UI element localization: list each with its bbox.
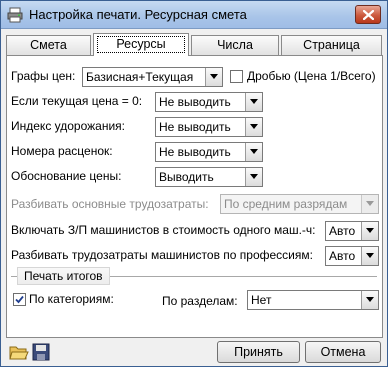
- folder-open-icon: [9, 346, 29, 360]
- resources-panel: Графы цен: Базисная+Текущая Дробью (Цена…: [6, 55, 383, 338]
- by-section-select[interactable]: Нет: [247, 290, 379, 310]
- price-columns-value: Базисная+Текущая: [86, 70, 194, 84]
- by-section-value: Нет: [251, 293, 272, 307]
- chevron-down-icon: [250, 99, 258, 104]
- tab-page[interactable]: Страница: [281, 35, 382, 55]
- by-section-dropdown-button[interactable]: [361, 291, 378, 309]
- price-justification-value: Выводить: [159, 170, 214, 184]
- tab-numbers[interactable]: Числа: [191, 35, 279, 55]
- split-machinist-labor-label: Разбивать трудозатраты машинистов по про…: [11, 248, 313, 262]
- chevron-down-icon: [210, 74, 218, 79]
- current-price-zero-select[interactable]: Не выводить: [155, 92, 263, 112]
- cancel-button[interactable]: Отмена: [305, 341, 381, 363]
- price-justification-label: Обоснование цены:: [11, 169, 122, 183]
- close-button[interactable]: [355, 5, 381, 24]
- price-index-dropdown-button[interactable]: [245, 118, 262, 136]
- split-machinist-labor-value: Авто: [329, 249, 356, 263]
- printer-settings-icon: [7, 7, 23, 23]
- split-machinist-labor-select[interactable]: Авто: [325, 246, 379, 266]
- price-columns-dropdown-button[interactable]: [205, 68, 222, 86]
- tab-resources-label: Ресурсы: [116, 37, 166, 51]
- price-justification-dropdown-button[interactable]: [245, 168, 262, 186]
- chevron-down-icon: [250, 124, 258, 129]
- chevron-down-icon: [366, 297, 374, 302]
- split-labor-dropdown-button[interactable]: [361, 195, 378, 213]
- current-price-zero-dropdown-button[interactable]: [245, 93, 262, 111]
- price-justification-select[interactable]: Выводить: [155, 167, 263, 187]
- split-labor-select[interactable]: По средним разрядам: [220, 194, 379, 214]
- chevron-down-icon: [250, 174, 258, 179]
- rate-numbers-value: Не выводить: [159, 145, 231, 159]
- chevron-down-icon: [366, 253, 374, 258]
- fraction-label: Дробью (Цена 1/Всего): [247, 69, 376, 83]
- price-index-label: Индекс удорожания:: [11, 119, 125, 133]
- rate-numbers-dropdown-button[interactable]: [245, 143, 262, 161]
- checkmark-icon: [15, 295, 24, 304]
- by-category-label: По категориям:: [29, 292, 114, 306]
- current-price-zero-label: Если текущая цена = 0:: [11, 94, 143, 108]
- tab-strip: Смета Ресурсы Числа Страница: [6, 33, 382, 56]
- chevron-down-icon: [366, 201, 374, 206]
- rate-numbers-label: Номера расценок:: [11, 144, 113, 158]
- include-wages-label: Включать З/П машинистов в стоимость одно…: [11, 223, 316, 237]
- chevron-down-icon: [250, 149, 258, 154]
- include-wages-select[interactable]: Авто: [325, 221, 379, 241]
- split-labor-label: Разбивать основные трудозатраты:: [11, 197, 209, 211]
- price-index-value: Не выводить: [159, 120, 231, 134]
- include-wages-value: Авто: [329, 224, 356, 238]
- current-price-zero-value: Не выводить: [159, 95, 231, 109]
- split-labor-value: По средним разрядам: [224, 197, 348, 211]
- floppy-disk-icon: [32, 343, 50, 361]
- tab-resources[interactable]: Ресурсы: [93, 33, 189, 56]
- totals-group-caption: Печать итогов: [17, 267, 110, 285]
- by-category-checkbox[interactable]: [13, 293, 26, 306]
- chevron-down-icon: [366, 228, 374, 233]
- price-columns-select[interactable]: Базисная+Текущая: [82, 67, 223, 87]
- title-bar[interactable]: Настройка печати. Ресурсная смета: [1, 1, 387, 29]
- split-machinist-labor-dropdown-button[interactable]: [361, 247, 378, 265]
- by-section-label: По разделам:: [162, 294, 238, 308]
- include-wages-dropdown-button[interactable]: [361, 222, 378, 240]
- rate-numbers-select[interactable]: Не выводить: [155, 142, 263, 162]
- tab-smeta[interactable]: Смета: [6, 35, 91, 55]
- fraction-checkbox[interactable]: [230, 70, 243, 83]
- print-settings-dialog: Настройка печати. Ресурсная смета Смета …: [0, 0, 388, 367]
- save-settings-button[interactable]: [32, 343, 52, 363]
- price-index-select[interactable]: Не выводить: [155, 117, 263, 137]
- accept-button[interactable]: Принять: [217, 341, 300, 363]
- close-icon: [363, 10, 374, 20]
- window-title: Настройка печати. Ресурсная смета: [29, 7, 247, 22]
- open-settings-button[interactable]: [9, 343, 29, 363]
- price-columns-label: Графы цен:: [11, 69, 76, 83]
